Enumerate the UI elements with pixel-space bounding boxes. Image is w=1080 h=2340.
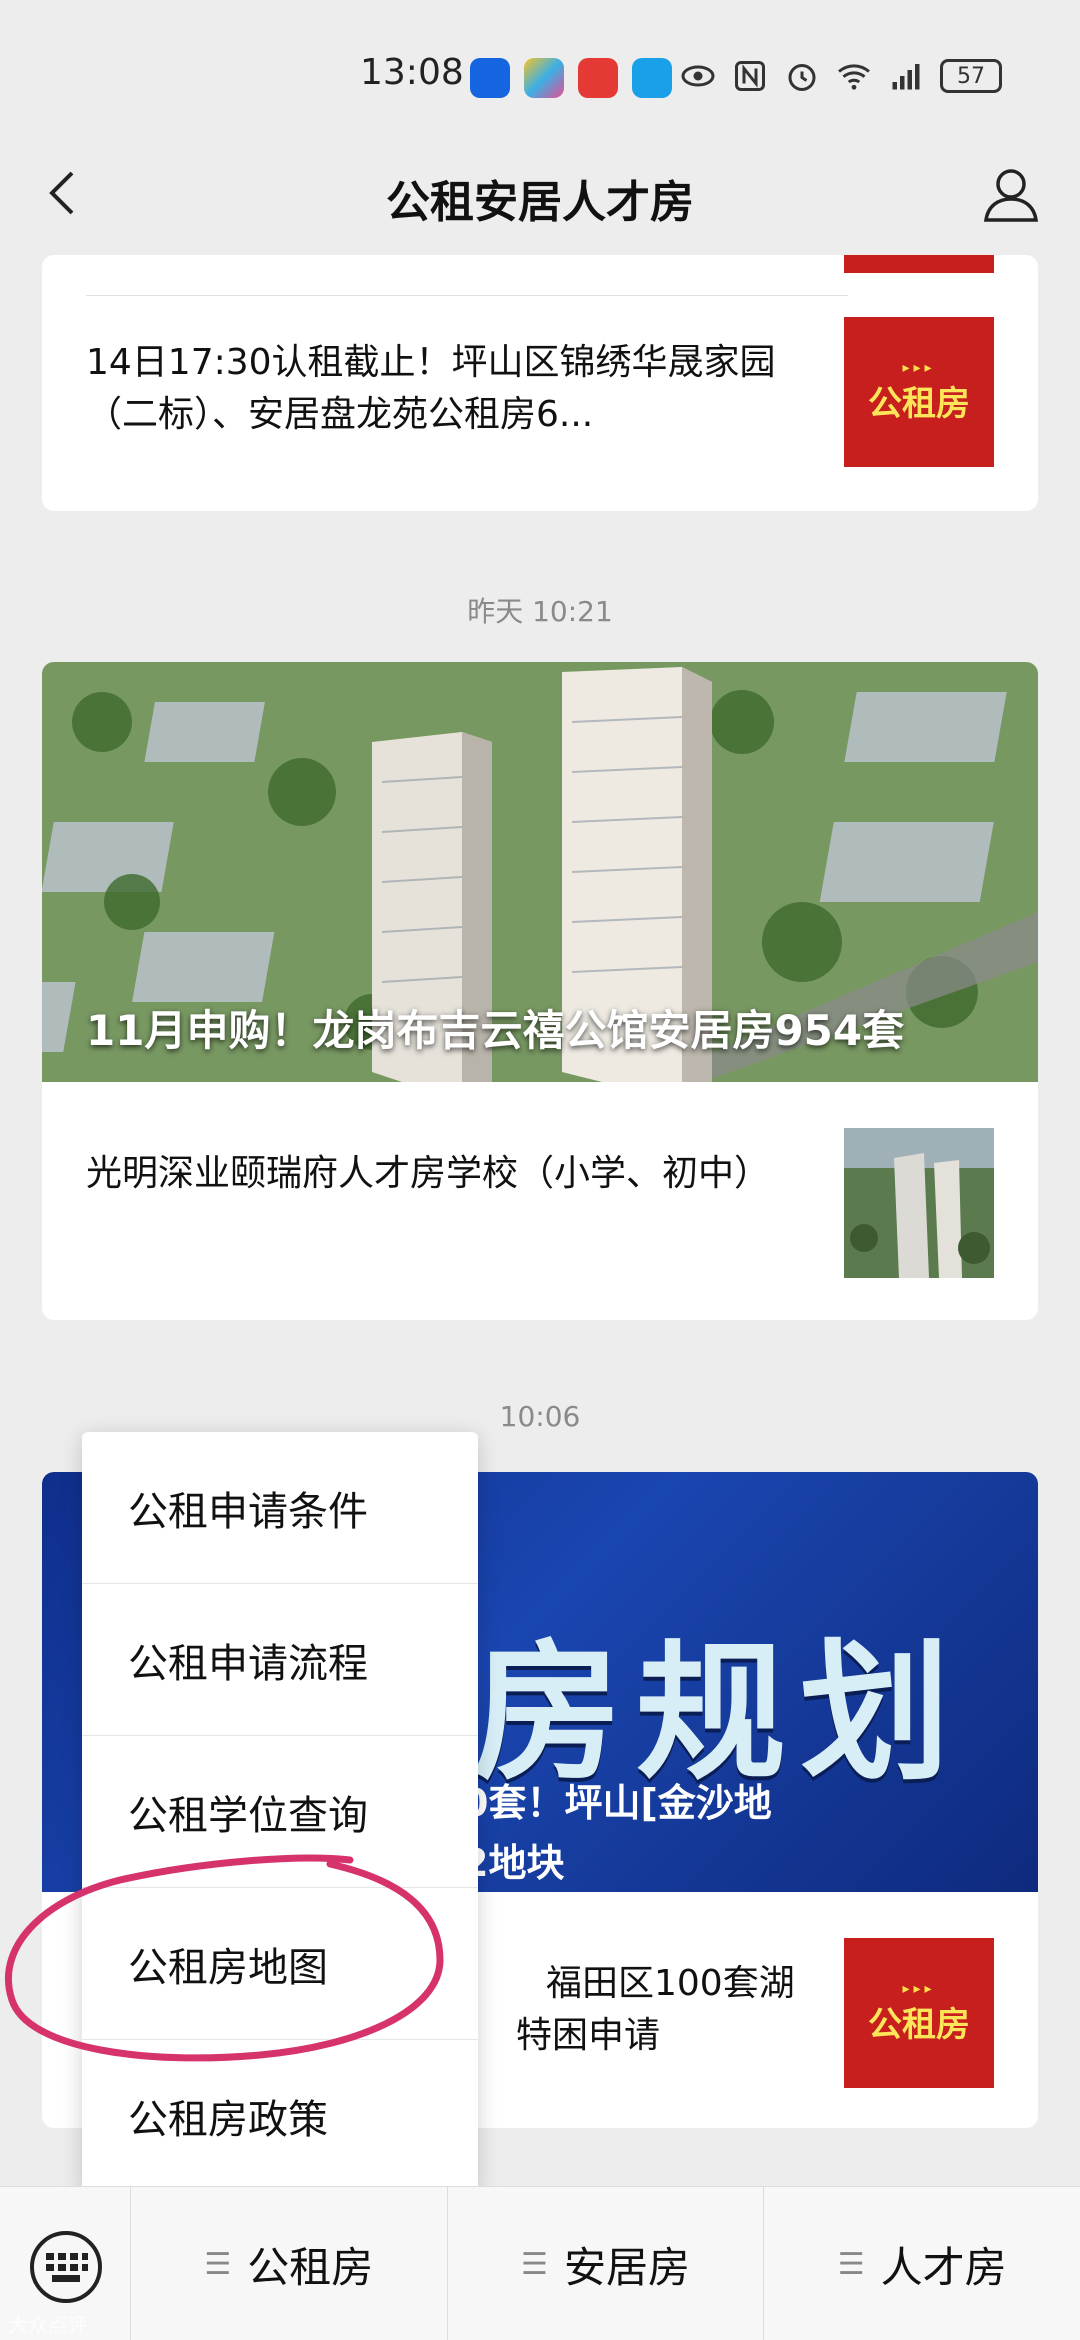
wifi-icon <box>838 64 870 90</box>
huawei-app-icon <box>578 58 618 98</box>
search-app-icon <box>632 58 672 98</box>
tab-settlement-housing[interactable]: ☰ 安居房 <box>446 2187 764 2340</box>
status-system-icons: 57 <box>680 58 1002 94</box>
message-timestamp: 昨天 10:21 <box>467 595 613 628</box>
hero-subtext-1: 0套！坪山[金沙地 <box>462 1781 772 1825</box>
bottom-menu-bar: ☰ 公租房 ☰ 安居房 ☰ 人才房 大众点评 <box>0 2186 1080 2340</box>
status-time: 13:08 <box>360 52 464 93</box>
gallery-app-icon <box>524 58 564 98</box>
battery-icon: 57 <box>940 59 1002 93</box>
menu-item-application-conditions[interactable]: 公租申请条件 <box>82 1432 478 1584</box>
menu-lines-icon: ☰ <box>204 2246 232 2282</box>
signal-icon <box>892 64 920 90</box>
menu-item-housing-map[interactable]: 公租房地图 <box>82 1888 478 2040</box>
article-item-1[interactable]: 14日17:30认租截止！坪山区锦绣华晟家园（二标）、安居盘龙苑公租房6... … <box>86 317 994 467</box>
divider <box>86 295 848 296</box>
title-bar: 公租安居人才房 <box>0 130 1080 255</box>
article-card-1: 14日17:30认租截止！坪山区锦绣华晟家园（二标）、安居盘龙苑公租房6... … <box>42 255 1038 511</box>
thumb-label: 公租房 <box>868 2004 970 2045</box>
watermark: 大众点评 <box>8 2313 88 2337</box>
previous-thumb-edge <box>844 255 994 273</box>
keyboard-toggle-icon[interactable] <box>28 2229 104 2305</box>
hero-title: 11月申购！龙岗布吉云禧公馆安居房954套 <box>86 1006 905 1055</box>
menu-lines-icon: ☰ <box>837 2246 865 2282</box>
alarm-icon <box>788 64 816 91</box>
thumb-label: 公租房 <box>868 383 970 424</box>
bottom-tabs: ☰ 公租房 ☰ 安居房 ☰ 人才房 <box>130 2187 1080 2340</box>
message-timestamp: 10:06 <box>499 1400 581 1433</box>
menu-item-housing-policy[interactable]: 公租房政策 <box>82 2040 478 2192</box>
tab-label: 人才房 <box>880 2242 1007 2292</box>
bulb-app-icon <box>470 58 510 98</box>
menu-lines-icon: ☰ <box>521 2246 548 2282</box>
article-text-line2: 特困申请 <box>516 2015 661 2056</box>
article-text: 14日17:30认租截止！坪山区锦绣华晟家园（二标）、安居盘龙苑公租房6... <box>86 342 776 435</box>
article-thumbnail: ▸▸▸ 公租房 <box>844 317 994 467</box>
eye-icon <box>681 65 715 87</box>
article-text: 福田区100套湖 <box>546 1963 795 2004</box>
dots-decoration: ▸▸▸ <box>902 1980 936 1997</box>
article-thumbnail: ▸▸▸ 公租房 <box>844 1938 994 2088</box>
dots-decoration: ▸▸▸ <box>902 359 936 376</box>
tab-public-rental[interactable]: ☰ 公租房 <box>130 2187 447 2340</box>
tab-label: 公租房 <box>247 2242 374 2292</box>
page-title: 公租安居人才房 <box>386 177 694 228</box>
nfc-icon <box>735 61 765 91</box>
article-thumbnail <box>844 1128 994 1278</box>
hero-image[interactable]: 11月申购！龙岗布吉云禧公馆安居房954套 <box>42 662 1038 1082</box>
article-text: 光明深业颐瑞府人才房学校（小学、初中） <box>86 1153 771 1194</box>
menu-item-application-process[interactable]: 公租申请流程 <box>82 1584 478 1736</box>
user-profile-icon[interactable] <box>980 162 1042 224</box>
status-app-icons <box>470 58 672 98</box>
submenu-popup: 公租申请条件 公租申请流程 公租学位查询 公租房地图 公租房政策 <box>82 1432 478 2192</box>
menu-item-school-query[interactable]: 公租学位查询 <box>82 1736 478 1888</box>
tab-talent-housing[interactable]: ☰ 人才房 <box>763 2187 1080 2340</box>
tab-label: 安居房 <box>563 2242 690 2292</box>
article-item-2[interactable]: 光明深业颐瑞府人才房学校（小学、初中） <box>86 1128 994 1278</box>
article-card-2: 11月申购！龙岗布吉云禧公馆安居房954套 光明深业颐瑞府人才房学校（小学、初中… <box>42 662 1038 1320</box>
